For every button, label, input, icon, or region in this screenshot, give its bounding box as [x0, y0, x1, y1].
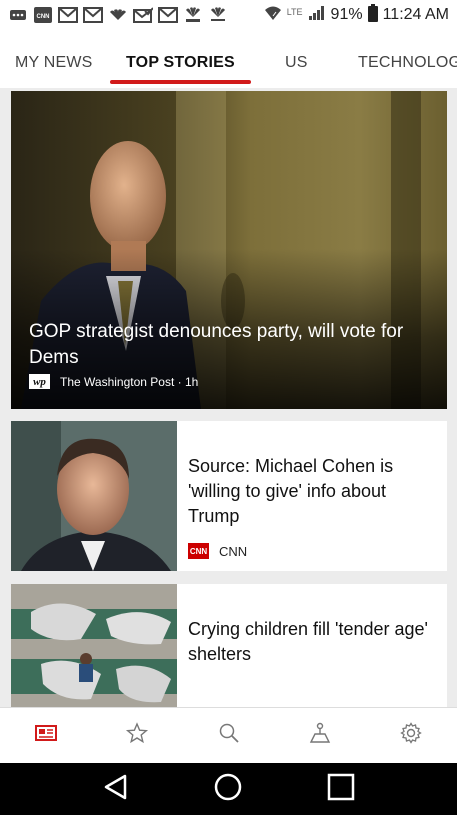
gmail-icon — [83, 7, 103, 23]
signal-icon — [308, 5, 326, 26]
wifi-icon — [264, 5, 282, 26]
mail-check-icon — [133, 7, 153, 23]
search-icon — [217, 721, 241, 750]
article-thumbnail — [11, 584, 177, 708]
recents-icon — [326, 772, 356, 807]
article-source: CNN CNN — [188, 543, 247, 559]
hero-article-source: wp The Washington Post · 1h — [29, 374, 198, 389]
gmail-icon — [158, 7, 178, 23]
recents-button[interactable] — [316, 764, 366, 814]
home-icon — [213, 772, 243, 807]
nav-settings[interactable] — [366, 708, 457, 763]
washington-post-logo: wp — [29, 374, 50, 389]
nav-local[interactable] — [274, 708, 365, 763]
cnn-icon: CNN — [33, 7, 53, 23]
article-headline[interactable]: Crying children fill 'tender age' shelte… — [188, 617, 435, 667]
news-icon — [34, 724, 58, 747]
status-right: LTE 91% 11:24 AM — [264, 3, 449, 27]
article-headline[interactable]: Source: Michael Cohen is 'willing to giv… — [188, 454, 435, 529]
nav-search[interactable] — [183, 708, 274, 763]
nav-favorites[interactable] — [91, 708, 182, 763]
battery-percent: 91% — [330, 6, 363, 23]
category-tabs: MY NEWS TOP STORIES US TECHNOLOGY — [0, 30, 457, 88]
nbc-icon — [108, 7, 128, 23]
nav-news[interactable] — [0, 708, 91, 763]
bottom-navigation — [0, 707, 457, 763]
tab-top-stories[interactable]: TOP STORIES — [126, 54, 235, 72]
article-card[interactable]: Crying children fill 'tender age' shelte… — [11, 584, 447, 708]
system-navigation-bar — [0, 763, 457, 815]
hero-article-headline[interactable]: GOP strategist denounces party, will vot… — [29, 319, 431, 371]
tab-technology[interactable]: TECHNOLOGY — [358, 54, 457, 72]
settings-icon — [399, 721, 423, 750]
cnn-logo: CNN — [188, 543, 209, 559]
tab-my-news[interactable]: MY NEWS — [15, 54, 93, 72]
tab-us[interactable]: US — [285, 54, 308, 72]
local-news-icon — [308, 721, 332, 750]
gmail-icon — [58, 7, 78, 23]
article-source-label: CNN — [219, 543, 248, 559]
cnbc-icon — [208, 7, 228, 23]
star-icon — [125, 721, 149, 750]
hero-article-source-label: The Washington Post · 1h — [60, 374, 199, 389]
article-card[interactable]: Source: Michael Cohen is 'willing to giv… — [11, 421, 447, 571]
active-tab-indicator — [110, 80, 251, 84]
back-button[interactable] — [91, 764, 141, 814]
nbc-news-icon — [183, 7, 203, 23]
svg-text:CNN: CNN — [37, 14, 50, 20]
back-icon — [101, 772, 131, 807]
chat-bubble-icon — [8, 7, 28, 23]
battery-icon — [367, 3, 378, 27]
status-bar: CNN LTE 91% 11:24 AM — [0, 0, 457, 30]
notification-icons: CNN — [8, 7, 228, 23]
article-thumbnail — [11, 421, 177, 571]
hero-article-card[interactable]: GOP strategist denounces party, will vot… — [11, 91, 447, 409]
home-button[interactable] — [203, 764, 253, 814]
clock: 11:24 AM — [382, 6, 449, 23]
network-label: LTE — [286, 6, 303, 17]
